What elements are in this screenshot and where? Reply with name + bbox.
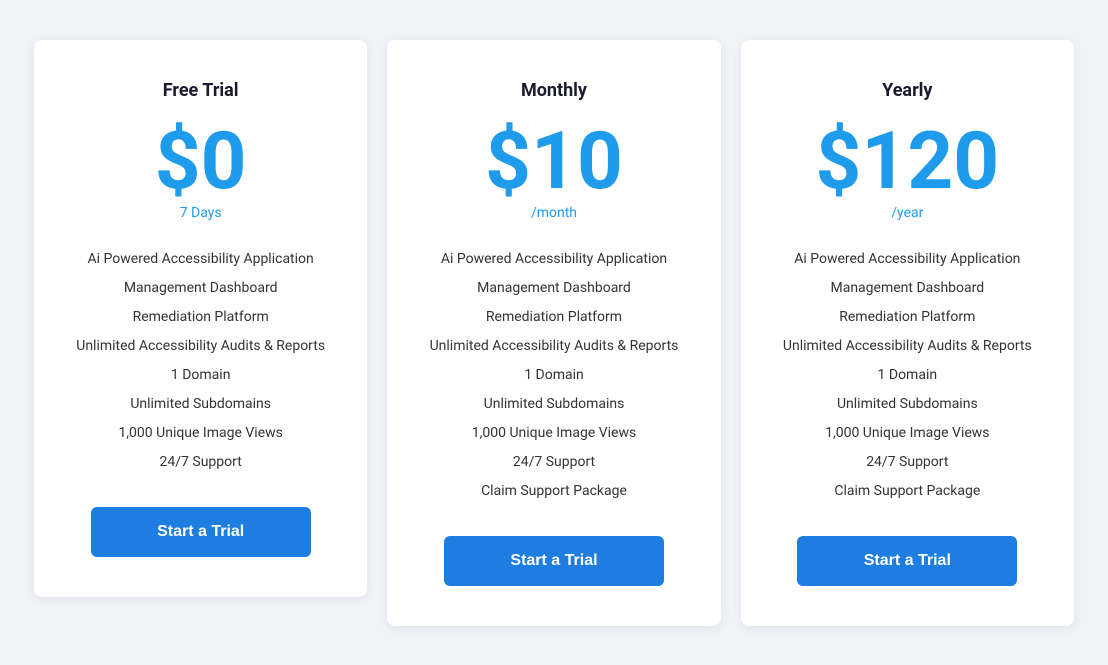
feature-item: Remediation Platform (417, 303, 690, 332)
feature-item: 1,000 Unique Image Views (64, 419, 337, 448)
feature-item: 24/7 Support (64, 448, 337, 477)
plan-title-monthly: Monthly (417, 80, 690, 101)
plan-price-free: $0 (64, 121, 337, 201)
feature-item: Claim Support Package (417, 477, 690, 506)
features-list-monthly: Ai Powered Accessibility ApplicationMana… (417, 245, 690, 506)
pricing-card-free: Free Trial $0 7 Days Ai Powered Accessibili… (34, 40, 367, 597)
feature-item: 1 Domain (771, 361, 1044, 390)
plan-period-free: 7 Days (64, 205, 337, 221)
feature-item: Unlimited Accessibility Audits & Reports (417, 332, 690, 361)
plan-title-yearly: Yearly (771, 80, 1044, 101)
feature-item: 1 Domain (64, 361, 337, 390)
feature-item: 1,000 Unique Image Views (771, 419, 1044, 448)
feature-item: Unlimited Accessibility Audits & Reports (64, 332, 337, 361)
feature-item: 1,000 Unique Image Views (417, 419, 690, 448)
feature-item: Unlimited Subdomains (771, 390, 1044, 419)
feature-item: Ai Powered Accessibility Application (64, 245, 337, 274)
feature-item: Claim Support Package (771, 477, 1044, 506)
plan-title-free: Free Trial (64, 80, 337, 101)
feature-item: 24/7 Support (417, 448, 690, 477)
feature-item: Management Dashboard (64, 274, 337, 303)
cta-button-monthly[interactable]: Start a Trial (444, 536, 664, 586)
feature-item: 24/7 Support (771, 448, 1044, 477)
feature-item: Remediation Platform (64, 303, 337, 332)
feature-item: Management Dashboard (417, 274, 690, 303)
feature-item: 1 Domain (417, 361, 690, 390)
plan-price-monthly: $10 (417, 121, 690, 201)
feature-item: Ai Powered Accessibility Application (771, 245, 1044, 274)
pricing-container: Free Trial $0 7 Days Ai Powered Accessibili… (24, 40, 1084, 626)
feature-item: Ai Powered Accessibility Application (417, 245, 690, 274)
cta-button-yearly[interactable]: Start a Trial (797, 536, 1017, 586)
cta-button-free[interactable]: Start a Trial (91, 507, 311, 557)
plan-period-monthly: /month (417, 205, 690, 221)
feature-item: Unlimited Subdomains (64, 390, 337, 419)
plan-price-yearly: $120 (771, 121, 1044, 201)
feature-item: Unlimited Subdomains (417, 390, 690, 419)
feature-item: Management Dashboard (771, 274, 1044, 303)
pricing-card-monthly: Monthly $10/month Ai Powered Accessibility… (387, 40, 720, 626)
feature-item: Remediation Platform (771, 303, 1044, 332)
plan-period-yearly: /year (771, 205, 1044, 221)
pricing-card-yearly: Yearly $120/year Ai Powered Accessibility … (741, 40, 1074, 626)
features-list-yearly: Ai Powered Accessibility ApplicationMana… (771, 245, 1044, 506)
features-list-free: Ai Powered Accessibility ApplicationMana… (64, 245, 337, 477)
feature-item: Unlimited Accessibility Audits & Reports (771, 332, 1044, 361)
